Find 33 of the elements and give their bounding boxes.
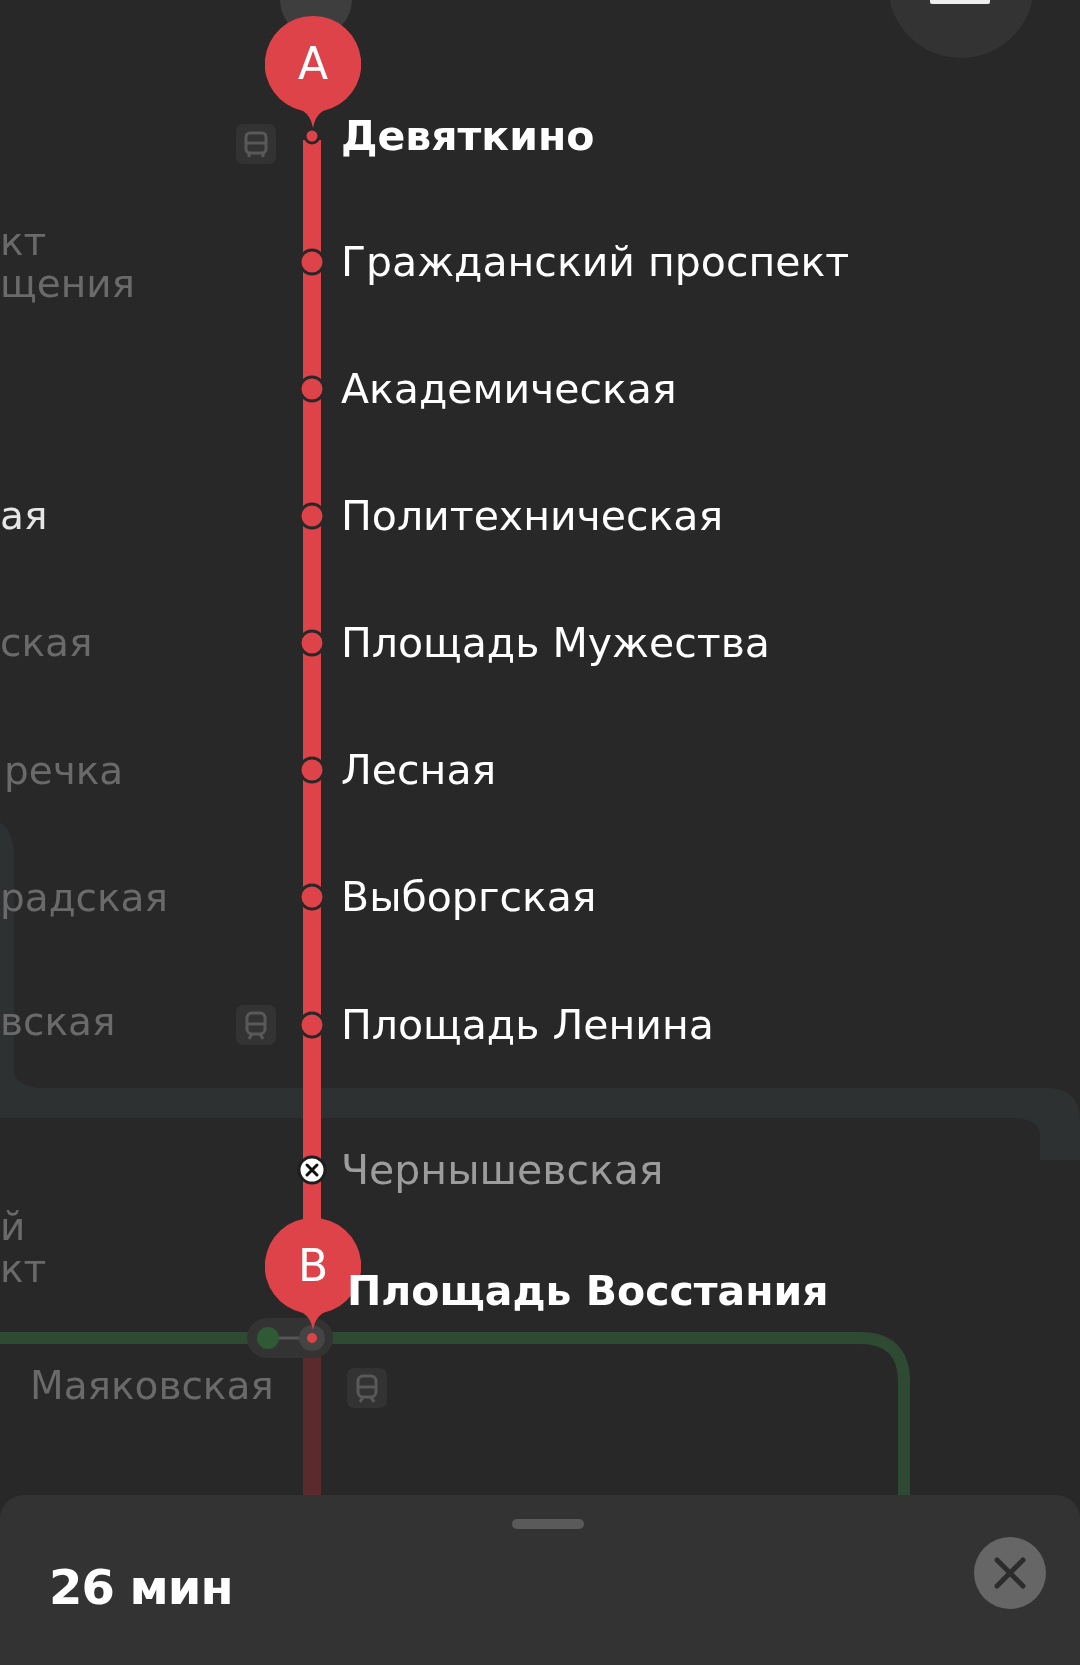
map-station-label: ая [0, 494, 48, 538]
station-dot [298, 1011, 326, 1039]
map-station-label: щения [0, 262, 136, 306]
station-name[interactable]: Лесная [341, 745, 497, 795]
map-station-label: кт [0, 220, 47, 264]
map-station-label: Маяковская [30, 1364, 274, 1408]
station-dot [303, 127, 321, 145]
station-name[interactable]: Академическая [341, 364, 677, 414]
route-duration: 26 мин [49, 1559, 233, 1615]
station-dot [298, 502, 326, 530]
station-dot [298, 629, 326, 657]
map-station-label: ская [0, 621, 93, 665]
station-dot [298, 883, 326, 911]
station-dot [298, 375, 326, 403]
map-station-label: вская [0, 1000, 116, 1044]
train-icon [347, 1368, 387, 1408]
station-dot [298, 248, 326, 276]
map-station-label: й [0, 1205, 26, 1249]
station-name[interactable]: Политехническая [341, 491, 724, 541]
map-station-label: речка [4, 749, 124, 793]
train-icon [236, 1005, 276, 1045]
map-station-label: кт [0, 1247, 47, 1291]
map-station-label: радская [0, 876, 168, 920]
close-icon [993, 1556, 1027, 1590]
station-dot [298, 756, 326, 784]
station-name[interactable]: Площадь Ленина [341, 1000, 714, 1050]
station-name[interactable]: Гражданский проспект [341, 237, 850, 287]
station-name[interactable]: Выборгская [341, 872, 597, 922]
station-name[interactable]: Площадь Мужества [341, 618, 770, 668]
bus-icon [236, 124, 276, 164]
station-name[interactable]: Чернышевская [341, 1145, 664, 1195]
drag-handle[interactable] [511, 1519, 584, 1529]
closed-station-icon [297, 1155, 327, 1185]
